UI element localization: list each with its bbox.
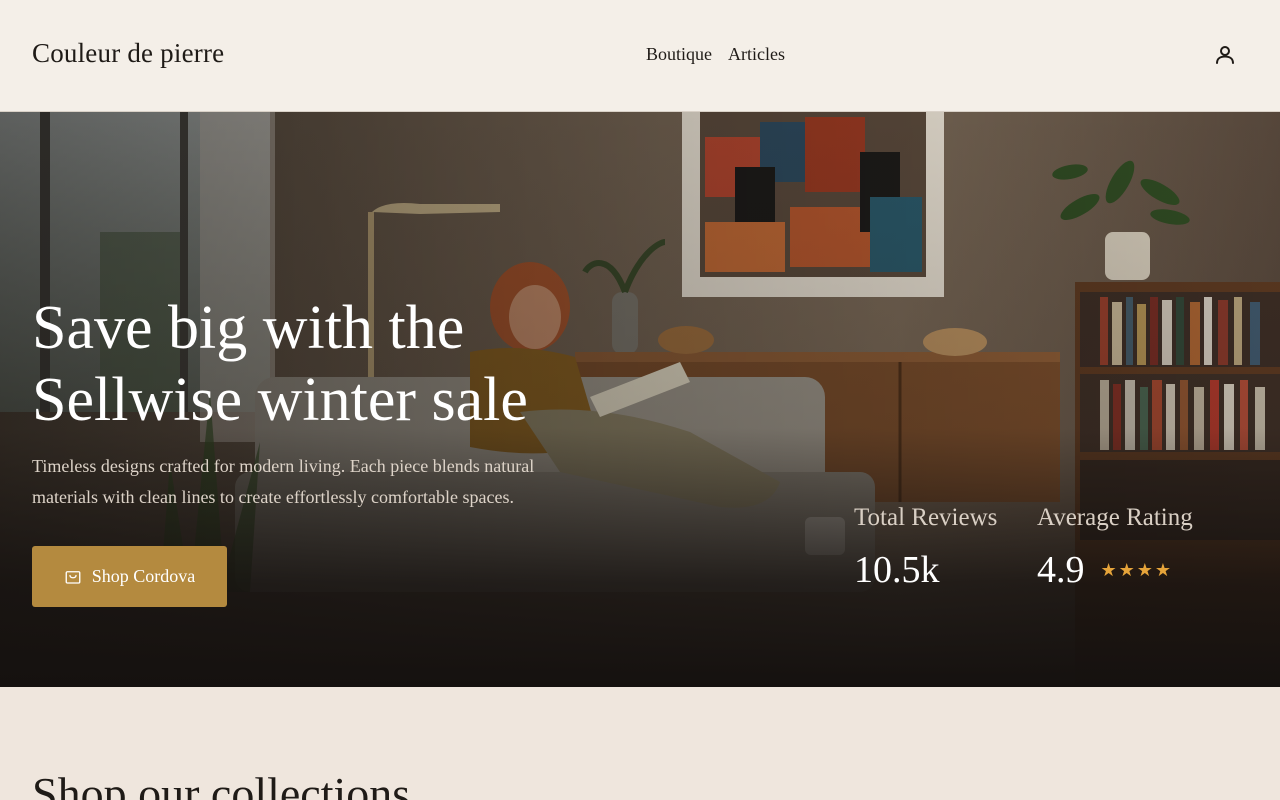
star-icon: ★ [1118, 559, 1135, 581]
hero-title: Save big with the Sellwise winter sale [32, 292, 652, 436]
hero-subtitle: Timeless designs crafted for modern livi… [32, 456, 535, 507]
collections-section: Shop our collections [0, 687, 1280, 800]
nav-link-boutique[interactable]: Boutique [646, 44, 712, 65]
stat-average-rating: Average Rating 4.9 ★ ★ ★ ★ [1037, 504, 1193, 592]
stat-label-total-reviews: Total Reviews [854, 504, 998, 531]
star-icon: ★ [1154, 559, 1172, 581]
stat-value-average-rating: 4.9 ★ ★ ★ ★ [1037, 548, 1193, 592]
average-rating-value: 4.9 [1037, 549, 1085, 591]
stat-total-reviews: Total Reviews 10.5k [854, 504, 997, 592]
rating-stars: ★ ★ ★ ★ [1101, 560, 1172, 581]
user-icon [1216, 46, 1234, 64]
stat-value-total-reviews: 10.5k [854, 548, 997, 592]
shop-cordova-button[interactable]: Shop Cordova [32, 546, 227, 607]
shopping-bag-icon [65, 570, 81, 584]
collections-heading: Shop our collections [32, 768, 411, 800]
nav-link-articles[interactable]: Articles [728, 44, 785, 65]
total-reviews-value: 10.5k [854, 549, 940, 591]
brand-logo[interactable]: Couleur de pierre [32, 38, 224, 69]
shop-cordova-label: Shop Cordova [91, 566, 196, 586]
account-button[interactable] [1213, 43, 1237, 67]
hero-title-line-2: Sellwise winter sale [32, 366, 528, 434]
star-icon: ★ [1100, 559, 1117, 581]
star-icon: ★ [1136, 559, 1153, 581]
stat-label-average-rating: Average Rating [1037, 504, 1193, 531]
hero-banner: Save big with the Sellwise winter sale T… [0, 112, 1280, 687]
hero-title-line-1: Save big with the [32, 294, 465, 362]
site-header: Couleur de pierre Boutique Articles [0, 0, 1280, 112]
main-nav: Boutique Articles [646, 44, 785, 65]
